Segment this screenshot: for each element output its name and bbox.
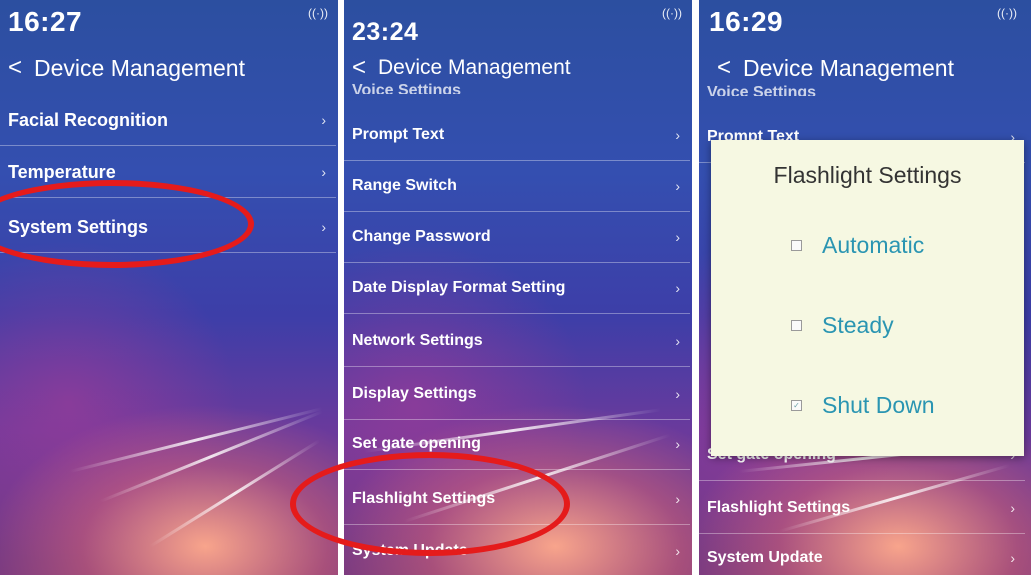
- option-shut-down[interactable]: ✓ Shut Down: [791, 392, 935, 419]
- menu-item-label: Flashlight Settings: [707, 499, 851, 516]
- chevron-right-icon: ›: [321, 164, 326, 180]
- option-label: Automatic: [822, 232, 925, 258]
- panel-divider: [692, 0, 696, 575]
- checkbox-checked-icon[interactable]: ✓: [791, 400, 802, 411]
- menu-item-label: Prompt Text: [352, 126, 445, 143]
- panel-divider: [338, 0, 342, 575]
- chevron-right-icon: ›: [675, 386, 680, 402]
- menu-item-label: Change Password: [352, 228, 491, 245]
- menu-item-label: Network Settings: [352, 332, 483, 349]
- signal-antenna-icon: ((·)): [662, 6, 682, 20]
- status-time: 16:27: [8, 6, 83, 37]
- menu-item-facial-recognition[interactable]: Facial Recognition ›: [0, 95, 336, 146]
- menu-item-label: Facial Recognition: [8, 109, 169, 130]
- chevron-right-icon: ›: [675, 491, 680, 507]
- menu-item-flashlight-settings[interactable]: Flashlight Settings ›: [699, 483, 1025, 534]
- back-chevron-icon[interactable]: <: [352, 54, 366, 82]
- chevron-right-icon: ›: [1010, 500, 1015, 516]
- menu-item-label: System Settings: [8, 216, 149, 237]
- menu-item-label: Flashlight Settings: [352, 490, 496, 507]
- signal-antenna-icon: ((·)): [308, 6, 328, 20]
- menu-item-label: Date Display Format Setting: [352, 279, 566, 296]
- chevron-right-icon: ›: [321, 112, 326, 128]
- chevron-right-icon: ›: [675, 280, 680, 296]
- checkbox-icon[interactable]: [791, 320, 802, 331]
- chevron-right-icon: ›: [675, 178, 680, 194]
- chevron-right-icon: ›: [1010, 550, 1015, 566]
- wallpaper-streak: [149, 439, 321, 548]
- chevron-right-icon: ›: [675, 333, 680, 349]
- menu-item-label: System Update: [352, 542, 468, 559]
- menu-item-cut-off: Voice Settings: [352, 82, 462, 94]
- chevron-right-icon: ›: [675, 229, 680, 245]
- back-chevron-icon[interactable]: <: [8, 54, 22, 82]
- screen-panel-1: 16:27 ((·)) < Device Management Facial R…: [0, 0, 342, 575]
- page-header: < Device Management: [8, 54, 245, 82]
- menu-item-system-update[interactable]: System Update ›: [344, 526, 690, 575]
- dialog-title: Flashlight Settings: [773, 162, 962, 188]
- signal-antenna-icon: ((·)): [997, 6, 1017, 20]
- screen-panel-2: 23:24 ((·)) < Device Management Voice Se…: [344, 0, 696, 575]
- page-title: Device Management: [743, 54, 954, 81]
- option-automatic[interactable]: Automatic: [791, 232, 924, 259]
- menu-item-date-display-format[interactable]: Date Display Format Setting ›: [344, 263, 690, 314]
- option-label: Steady: [822, 312, 894, 338]
- page-title: Device Management: [34, 54, 245, 81]
- menu-item-system-update[interactable]: System Update ›: [699, 533, 1025, 575]
- chevron-right-icon: ›: [675, 127, 680, 143]
- chevron-right-icon: ›: [675, 543, 680, 559]
- menu-item-cut-off: Voice Settings: [707, 84, 817, 96]
- menu-item-label: Display Settings: [352, 385, 477, 402]
- menu-item-network-settings[interactable]: Network Settings ›: [344, 316, 690, 367]
- chevron-right-icon: ›: [675, 436, 680, 452]
- menu-item-label: Set gate opening: [352, 435, 481, 452]
- option-steady[interactable]: Steady: [791, 312, 894, 339]
- checkbox-icon[interactable]: [791, 240, 802, 251]
- menu-item-label: Range Switch: [352, 177, 457, 194]
- menu-item-display-settings[interactable]: Display Settings ›: [344, 369, 690, 420]
- page-title: Device Management: [378, 56, 571, 79]
- menu-item-change-password[interactable]: Change Password ›: [344, 212, 690, 263]
- menu-item-prompt-text[interactable]: Prompt Text ›: [344, 110, 690, 161]
- page-header: < Device Management: [352, 54, 571, 82]
- menu-item-range-switch[interactable]: Range Switch ›: [344, 161, 690, 212]
- menu-item-temperature[interactable]: Temperature ›: [0, 147, 336, 198]
- back-chevron-icon[interactable]: <: [717, 54, 731, 82]
- page-header: < Device Management: [717, 54, 954, 82]
- menu-item-flashlight-settings[interactable]: Flashlight Settings ›: [344, 474, 690, 525]
- status-time: 16:29: [709, 6, 784, 37]
- flashlight-settings-dialog: Flashlight Settings Automatic Steady ✓ S…: [711, 140, 1024, 456]
- menu-item-label: System Update: [707, 549, 823, 566]
- menu-item-label: Temperature: [8, 161, 116, 182]
- chevron-right-icon: ›: [321, 219, 326, 235]
- option-label: Shut Down: [822, 392, 935, 418]
- menu-item-system-settings[interactable]: System Settings ›: [0, 202, 336, 253]
- menu-item-set-gate-opening[interactable]: Set gate opening ›: [344, 419, 690, 470]
- status-time: 23:24: [352, 18, 419, 46]
